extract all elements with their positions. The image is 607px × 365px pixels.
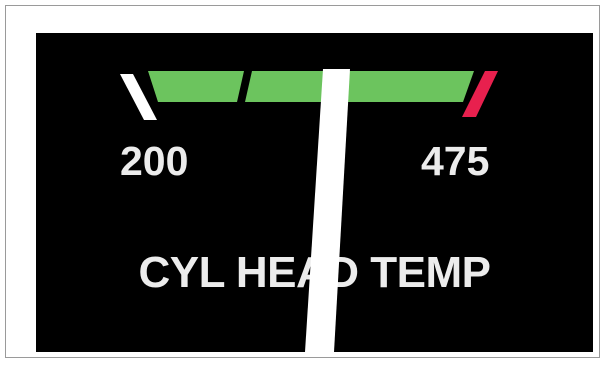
- gauge-pointer-needle: [305, 69, 350, 352]
- gauge-panel-frame: 200 475 CYL HEAD TEMP: [5, 5, 600, 358]
- needle-layer: [305, 69, 350, 352]
- cylinder-head-temp-display: 200 475 CYL HEAD TEMP: [36, 33, 593, 352]
